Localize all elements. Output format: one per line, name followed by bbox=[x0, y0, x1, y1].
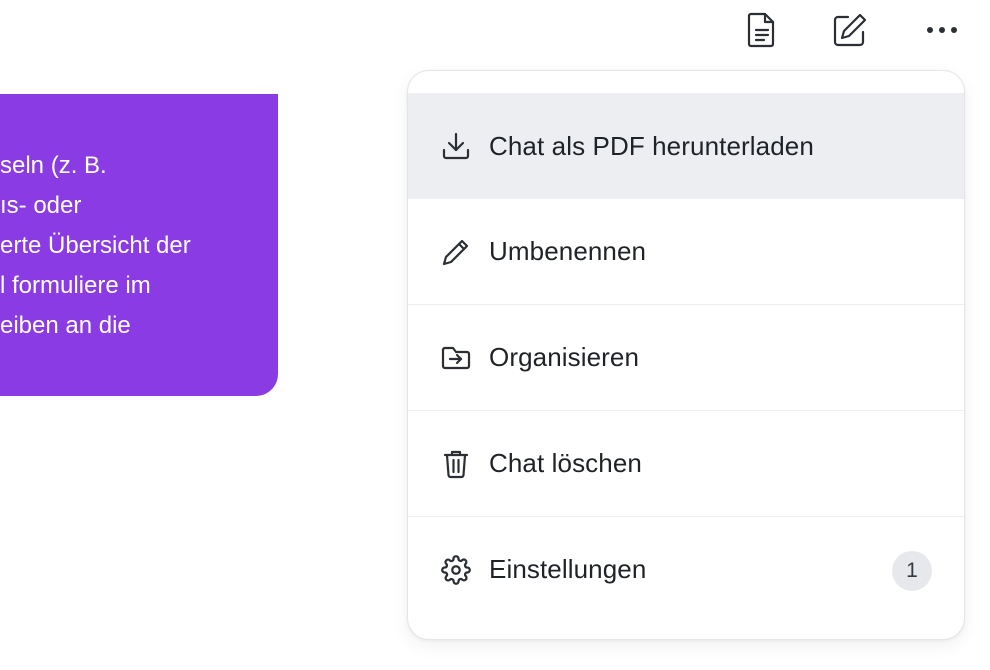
download-icon bbox=[440, 130, 472, 162]
message-line: eiben an die bbox=[0, 312, 131, 339]
menu-item-label: Chat als PDF herunterladen bbox=[489, 130, 814, 161]
message-line: erte Übersicht der bbox=[0, 232, 191, 259]
chat-options-menu: Chat als PDF herunterladen Umbenennen Or… bbox=[407, 70, 965, 640]
settings-count-badge: 1 bbox=[892, 551, 932, 591]
menu-item-rename[interactable]: Umbenennen bbox=[408, 198, 964, 304]
menu-item-label: Einstellungen bbox=[489, 554, 647, 584]
edit-icon[interactable] bbox=[828, 8, 872, 52]
message-line: seln (z. B. bbox=[0, 152, 107, 179]
message-line: ıs- oder bbox=[0, 192, 82, 219]
message-text: seln (z. B. ıs- oder erte Übersicht der … bbox=[0, 146, 191, 346]
document-icon[interactable] bbox=[740, 8, 784, 52]
pencil-icon bbox=[440, 236, 472, 268]
menu-item-label: Umbenennen bbox=[489, 236, 647, 266]
gear-icon bbox=[440, 554, 472, 586]
trash-icon bbox=[440, 448, 472, 480]
message-bubble: seln (z. B. ıs- oder erte Übersicht der … bbox=[0, 94, 278, 396]
page: seln (z. B. ıs- oder erte Übersicht der … bbox=[0, 0, 990, 670]
more-icon[interactable] bbox=[920, 8, 964, 52]
menu-item-settings[interactable]: Einstellungen 1 bbox=[408, 516, 964, 622]
menu-item-label: Chat löschen bbox=[489, 448, 642, 478]
folder-move-icon bbox=[440, 342, 472, 374]
menu-item-label: Organisieren bbox=[489, 342, 640, 372]
message-line: l formuliere im bbox=[0, 272, 151, 299]
menu-item-delete-chat[interactable]: Chat löschen bbox=[408, 410, 964, 516]
menu-item-download-pdf[interactable]: Chat als PDF herunterladen bbox=[408, 93, 964, 199]
menu-item-organize[interactable]: Organisieren bbox=[408, 304, 964, 410]
